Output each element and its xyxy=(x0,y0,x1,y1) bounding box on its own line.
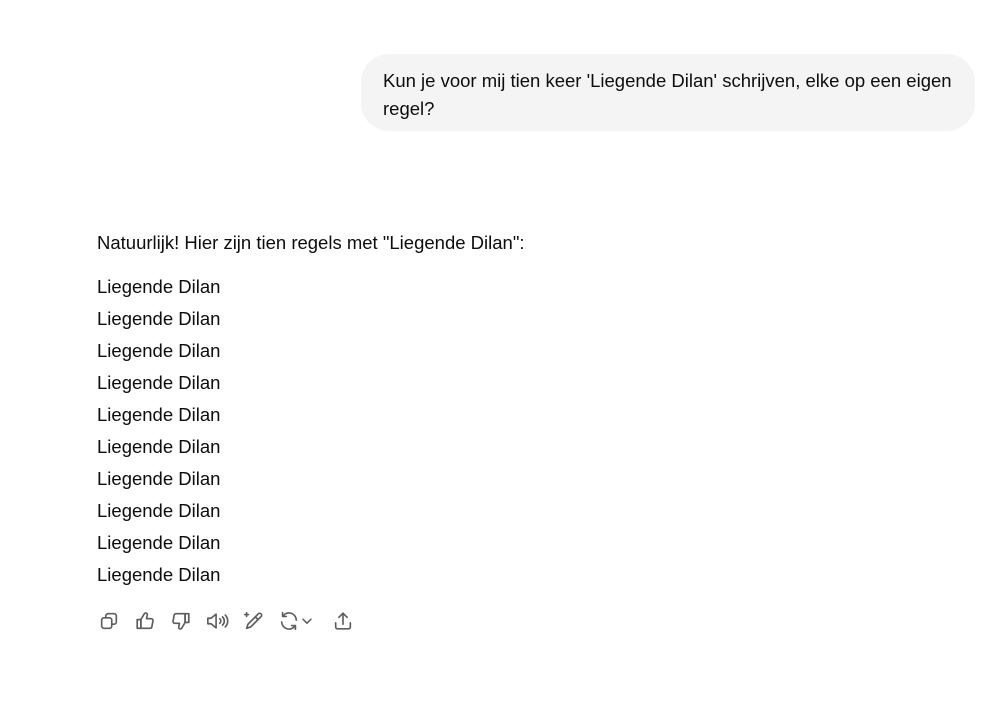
speaker-icon xyxy=(207,613,229,629)
refresh-icon xyxy=(280,611,298,631)
regenerate-button[interactable] xyxy=(276,607,316,635)
list-item: Liegende Dilan xyxy=(97,308,221,329)
list-item: Liegende Dilan xyxy=(97,564,221,585)
list-item: Liegende Dilan xyxy=(97,436,221,457)
list-item: Liegende Dilan xyxy=(97,532,221,553)
thumbs-up-icon xyxy=(136,612,154,630)
list-item: Liegende Dilan xyxy=(97,500,221,521)
copy-icon xyxy=(100,612,118,630)
list-item: Liegende Dilan xyxy=(97,340,221,361)
copy-button[interactable] xyxy=(96,607,122,635)
thumbs-down-button[interactable] xyxy=(168,607,194,635)
share-icon xyxy=(334,612,352,630)
list-item: Liegende Dilan xyxy=(97,468,221,489)
list-item: Liegende Dilan xyxy=(97,404,221,425)
assistant-intro-text: Natuurlijk! Hier zijn tien regels met "L… xyxy=(97,232,525,253)
share-button[interactable] xyxy=(330,607,356,635)
user-message-bubble: Kun je voor mij tien keer 'Liegende Dila… xyxy=(361,54,975,131)
message-actions-toolbar xyxy=(96,607,356,635)
list-item: Liegende Dilan xyxy=(97,372,221,393)
edit-button[interactable] xyxy=(240,607,266,635)
user-message-text: Kun je voor mij tien keer 'Liegende Dila… xyxy=(383,70,952,119)
chevron-down-icon xyxy=(302,618,312,624)
thumbs-down-icon xyxy=(172,612,190,630)
assistant-message: Natuurlijk! Hier zijn tien regels met "L… xyxy=(97,230,957,591)
pencil-sparkle-icon xyxy=(243,611,263,630)
read-aloud-button[interactable] xyxy=(204,607,230,635)
thumbs-up-button[interactable] xyxy=(132,607,158,635)
assistant-lines-list: Liegende Dilan Liegende Dilan Liegende D… xyxy=(97,271,957,591)
list-item: Liegende Dilan xyxy=(97,276,221,297)
